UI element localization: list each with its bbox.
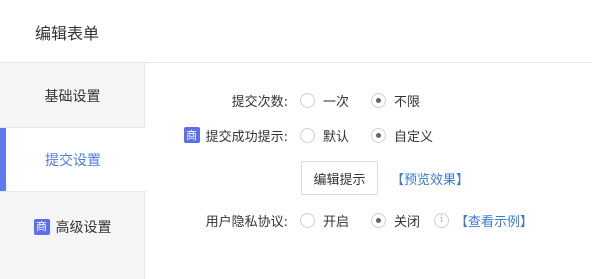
submit-count-option-unlimited[interactable]: 不限 — [371, 91, 420, 110]
option-label: 不限 — [394, 94, 421, 110]
commercial-badge-icon: 商 — [183, 127, 200, 143]
option-label: 开启 — [323, 214, 350, 230]
sidebar-item-label: 提交设置 — [45, 152, 101, 169]
sidebar-item-label: 基础设置 — [44, 88, 101, 105]
submit-success-row: 商 提交成功提示: 默认 自定义 — [146, 125, 592, 145]
submit-success-label: 商 提交成功提示: — [183, 125, 288, 145]
sidebar-item-advanced-settings[interactable]: 商 高级设置 — [0, 194, 145, 259]
option-label: 默认 — [323, 129, 350, 145]
radio-button-selected[interactable] — [371, 212, 387, 228]
submit-count-options: 一次 不限 — [300, 90, 442, 110]
submit-success-option-default[interactable]: 默认 — [300, 126, 349, 145]
sidebar-item-submit-settings[interactable]: 提交设置 — [0, 127, 146, 192]
privacy-label: 用户隐私协议: — [206, 210, 288, 230]
privacy-option-on[interactable]: 开启 — [300, 211, 349, 230]
info-icon[interactable]: i — [434, 212, 450, 228]
privacy-option-off[interactable]: 关闭 — [371, 211, 420, 230]
option-label: 自定义 — [394, 129, 434, 145]
commercial-badge-icon: 商 — [33, 218, 50, 235]
dialog-header: 编辑表单 — [0, 0, 592, 63]
sidebar-item-label: 高级设置 — [55, 219, 112, 236]
submit-count-row: 提交次数: 一次 不限 — [146, 90, 592, 110]
privacy-label-text: 用户隐私协议: — [205, 214, 288, 230]
radio-button[interactable] — [300, 127, 315, 143]
dialog-title: 编辑表单 — [35, 24, 100, 43]
sidebar-item-basic-settings[interactable]: 基础设置 — [0, 63, 145, 128]
submit-success-label-text: 提交成功提示: — [205, 129, 288, 145]
settings-sidebar: 基础设置 提交设置 商 高级设置 — [0, 63, 146, 279]
submit-success-options: 默认 自定义 — [300, 125, 455, 145]
privacy-row: 用户隐私协议: 开启 关闭 i 【查看示例】 — [146, 210, 592, 230]
radio-button[interactable] — [300, 212, 315, 228]
option-label: 关闭 — [394, 214, 421, 230]
radio-button-selected[interactable] — [371, 92, 387, 108]
submit-count-option-once[interactable]: 一次 — [300, 91, 349, 110]
submit-count-label: 提交次数: — [232, 90, 288, 110]
view-example-link[interactable]: 【查看示例】 — [455, 211, 533, 230]
settings-content: 提交次数: 一次 不限 商 提交成功提示: 默认 自定义 编辑提示 【预览效果】… — [146, 63, 592, 279]
option-label: 一次 — [323, 94, 350, 110]
radio-button[interactable] — [300, 92, 315, 108]
privacy-options: 开启 关闭 i 【查看示例】 — [300, 210, 533, 230]
preview-effect-link[interactable]: 【预览效果】 — [391, 169, 469, 188]
radio-button-selected[interactable] — [371, 127, 387, 143]
edit-prompt-button[interactable]: 编辑提示 — [301, 161, 378, 195]
submit-success-option-custom[interactable]: 自定义 — [371, 126, 433, 145]
submit-count-label-text: 提交次数: — [231, 94, 288, 110]
